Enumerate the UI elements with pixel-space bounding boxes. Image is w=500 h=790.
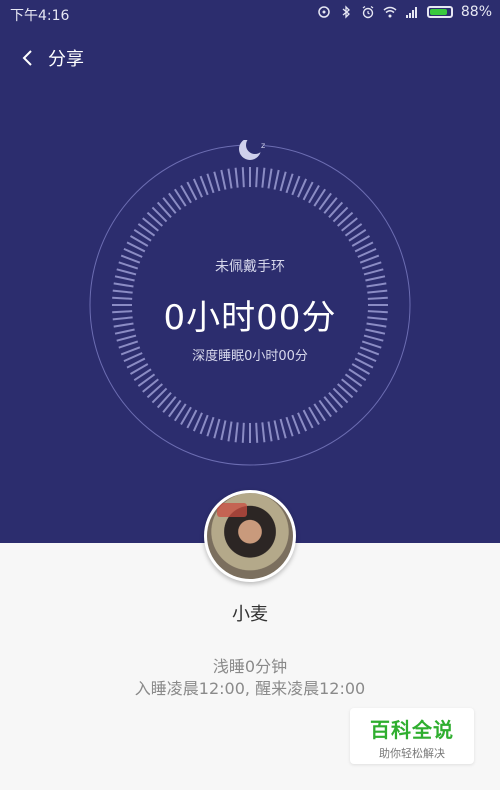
bluetooth-icon [342, 5, 350, 19]
ring-text: 未佩戴手环 0小时00分 深度睡眠0小时00分 [85, 140, 415, 470]
user-name: 小麦 [232, 604, 268, 625]
battery-percent: 88% [460, 4, 492, 20]
sleep-details: 浅睡0分钟 入睡凌晨12:00, 醒来凌晨12:00 [0, 656, 500, 700]
watermark-logo: 百科全说 助你轻松解决 [350, 708, 474, 764]
deep-sleep-time: 深度睡眠0小时00分 [192, 349, 308, 364]
status-time: 下午4:16 [10, 8, 70, 24]
status-icons: 88% [317, 4, 492, 20]
status-bar: 下午4:16 88% [0, 0, 500, 28]
page-title: 分享 [48, 49, 84, 70]
sleep-card: 下午4:16 88% 分享 z 未佩戴手环 0小时00分 深度睡眠0小时00分 [0, 0, 500, 543]
watermark-slogan: 助你轻松解决 [379, 747, 445, 760]
signal-icon [405, 7, 417, 18]
back-button[interactable] [16, 46, 40, 70]
wifi-icon [383, 6, 397, 18]
avatar-photo [207, 493, 293, 579]
battery-fill [429, 9, 448, 15]
sleep-wake-time: 入睡凌晨12:00, 醒来凌晨12:00 [134, 679, 366, 698]
alarm-sync-icon [318, 6, 330, 18]
header-bar: 分享 [0, 40, 500, 76]
alarm-clock-icon [362, 6, 374, 19]
avatar[interactable] [204, 490, 296, 582]
device-status: 未佩戴手环 [215, 259, 285, 275]
light-sleep: 浅睡0分钟 [212, 657, 288, 676]
total-sleep-time: 0小时00分 [163, 298, 337, 338]
chevron-left-icon [22, 50, 32, 66]
sleep-ring: z 未佩戴手环 0小时00分 深度睡眠0小时00分 [85, 136, 415, 470]
watermark-brand: 百科全说 [370, 718, 454, 742]
battery-icon [426, 6, 453, 18]
